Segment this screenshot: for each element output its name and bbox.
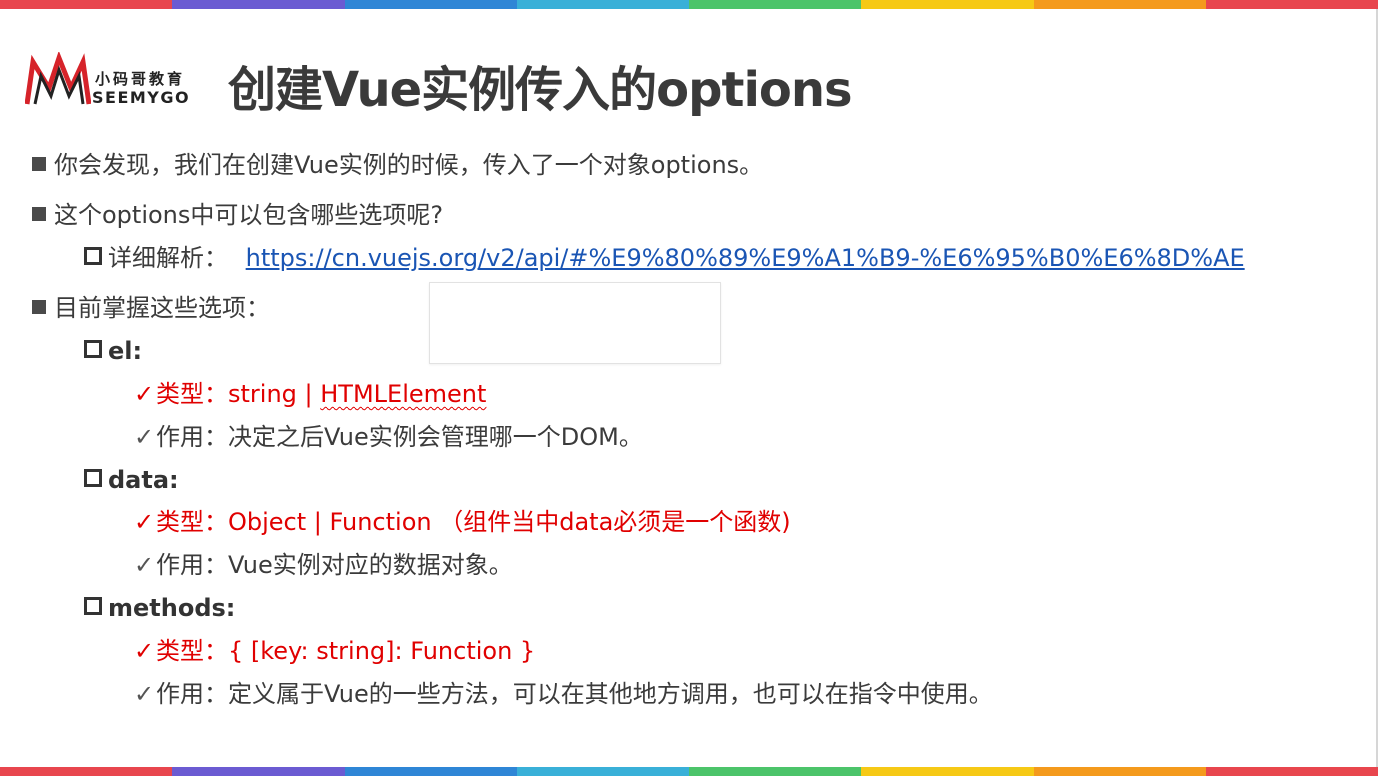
- page-title: 创建Vue实例传入的options: [228, 62, 853, 118]
- logo-english-text: SEEMYGO: [92, 88, 191, 107]
- list-item: 详细解析： https://cn.vuejs.org/v2/api/#%E9%8…: [84, 243, 1245, 273]
- option-heading-el: el:: [84, 336, 142, 366]
- option-use-line: ✓作用：定义属于Vue的一些方法，可以在其他地方调用，也可以在指令中使用。: [134, 679, 993, 709]
- list-item: 你会发现，我们在创建Vue实例的时候，传入了一个对象options。: [32, 150, 763, 180]
- square-bullet-icon: [32, 207, 46, 221]
- use-text: 作用：决定之后Vue实例会管理哪一个DOM。: [156, 423, 643, 451]
- use-text: 作用：定义属于Vue的一些方法，可以在其他地方调用，也可以在指令中使用。: [156, 680, 993, 708]
- hollow-square-bullet-icon: [84, 597, 102, 615]
- option-name: methods:: [108, 594, 236, 622]
- option-heading-methods: methods:: [84, 593, 235, 623]
- checkmark-icon: ✓: [134, 380, 155, 408]
- checkmark-icon: ✓: [134, 508, 155, 536]
- type-text: 类型：{ [key: string]: Function }: [156, 637, 536, 665]
- list-item-text: 目前掌握这些选项：: [54, 294, 270, 322]
- square-bullet-icon: [32, 300, 46, 314]
- option-type-line: ✓类型：{ [key: string]: Function }: [134, 636, 535, 666]
- option-type-line: ✓类型：Object | Function （组件当中data必须是一个函数): [134, 507, 791, 537]
- option-name: data:: [108, 466, 179, 494]
- seemygo-logo: 小码哥教育 SEEMYGO: [25, 52, 200, 110]
- type-label: 类型：: [156, 380, 228, 408]
- option-use-line: ✓作用：决定之后Vue实例会管理哪一个DOM。: [134, 422, 643, 452]
- option-type-line: ✓类型：string | HTMLElement: [134, 379, 486, 409]
- type-value: string |: [228, 380, 321, 408]
- logo-mark-icon: [25, 52, 91, 105]
- logo-chinese-text: 小码哥教育: [95, 70, 186, 88]
- hollow-square-bullet-icon: [84, 340, 102, 358]
- hollow-square-bullet-icon: [84, 247, 102, 265]
- detail-label: 详细解析：: [108, 244, 228, 272]
- square-bullet-icon: [32, 157, 46, 171]
- option-heading-data: data:: [84, 465, 179, 495]
- api-doc-link[interactable]: https://cn.vuejs.org/v2/api/#%E9%80%89%E…: [246, 244, 1245, 272]
- checkmark-icon: ✓: [134, 637, 155, 665]
- checkmark-icon: ✓: [134, 423, 155, 451]
- checkmark-icon: ✓: [134, 551, 155, 579]
- list-item: 这个options中可以包含哪些选项呢?: [32, 200, 443, 230]
- list-item: 目前掌握这些选项：: [32, 293, 270, 323]
- checkmark-icon: ✓: [134, 680, 155, 708]
- bottom-color-stripe: [0, 767, 1378, 776]
- type-value-spellcheck: HTMLElement: [320, 380, 487, 408]
- use-text: 作用：Vue实例对应的数据对象。: [156, 551, 513, 579]
- type-text: 类型：Object | Function （组件当中data必须是一个函数): [156, 508, 791, 536]
- list-item-text: 你会发现，我们在创建Vue实例的时候，传入了一个对象options。: [54, 151, 764, 179]
- empty-text-box: [429, 282, 721, 364]
- option-name: el:: [108, 337, 143, 365]
- option-use-line: ✓作用：Vue实例对应的数据对象。: [134, 550, 513, 580]
- top-color-stripe: [0, 0, 1378, 9]
- hollow-square-bullet-icon: [84, 469, 102, 487]
- list-item-text: 这个options中可以包含哪些选项呢?: [54, 201, 444, 229]
